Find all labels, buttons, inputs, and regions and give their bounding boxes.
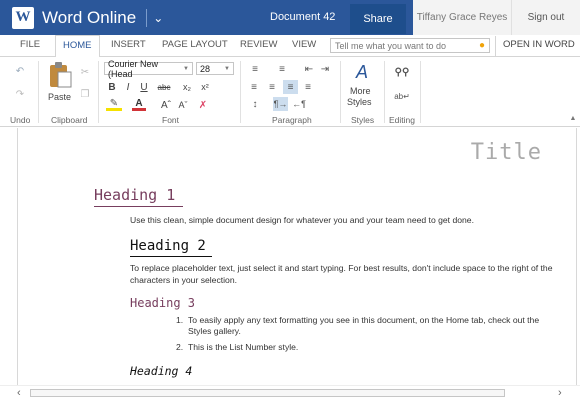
more-styles-button[interactable]: A More Styles	[344, 60, 380, 112]
group-divider	[240, 61, 241, 123]
lightbulb-icon: ●	[478, 40, 485, 51]
chevron-down-icon: ▼	[183, 65, 189, 72]
tab-review[interactable]: REVIEW	[240, 39, 277, 50]
align-left-icon[interactable]: ≡	[247, 81, 261, 93]
title-bar: W Word Online ⌄ Document 42 Share Tiffan…	[0, 0, 580, 35]
heading-1[interactable]: Heading 1	[94, 186, 184, 207]
page-border-left	[17, 128, 18, 386]
ribbon-tabs: FILE HOME INSERT PAGE LAYOUT REVIEW VIEW	[0, 35, 580, 58]
grow-font-icon[interactable]: Aˆ	[160, 99, 172, 111]
superscript-icon[interactable]: x²	[198, 81, 212, 93]
rtl-icon[interactable]: ←¶	[292, 98, 306, 110]
tell-me-search-input[interactable]: Tell me what you want to do ●	[330, 38, 490, 53]
ribbon: ↶ ↷ Undo Paste ✂ ❐ Clipboard Courier New…	[0, 57, 580, 127]
numbered-list: 1. To easily apply any text formatting y…	[176, 315, 546, 358]
list-item-text: This is the List Number style.	[188, 342, 299, 352]
tab-view[interactable]: VIEW	[292, 39, 316, 50]
replace-icon[interactable]: ab↵	[394, 89, 410, 103]
list-number: 1.	[176, 315, 184, 325]
body-paragraph[interactable]: To replace placeholder text, just select…	[130, 262, 560, 286]
italic-icon[interactable]: I	[122, 81, 134, 93]
app-menu-chevron-icon[interactable]: ⌄	[153, 11, 163, 25]
user-name[interactable]: Tiffany Grace Reyes	[413, 0, 511, 35]
group-divider	[340, 61, 341, 123]
font-name-select[interactable]: Courier New (Head ▼	[104, 59, 193, 79]
tell-me-placeholder: Tell me what you want to do	[335, 40, 447, 51]
group-divider	[384, 61, 385, 123]
highlight-icon[interactable]: ✎	[106, 98, 122, 111]
tab-insert[interactable]: INSERT	[111, 39, 146, 50]
undo-icon[interactable]: ↶	[13, 64, 27, 78]
heading-2[interactable]: Heading 2	[130, 238, 212, 257]
styles-group-label: Styles	[351, 115, 375, 125]
font-color-icon[interactable]: A	[132, 98, 146, 111]
paste-icon	[50, 62, 72, 88]
styles-icon: A	[355, 61, 368, 82]
horizontal-scrollbar[interactable]: ‹ ›	[0, 385, 580, 400]
page-border-right	[576, 128, 577, 386]
line-spacing-icon[interactable]: ↕	[247, 98, 263, 110]
underline-icon[interactable]: U	[138, 81, 150, 93]
group-divider	[98, 61, 99, 123]
increase-indent-icon[interactable]: ⇥	[318, 63, 332, 75]
strikethrough-icon[interactable]: abc	[156, 81, 172, 93]
paste-label: Paste	[48, 92, 72, 102]
find-icon[interactable]: ⚲⚲	[394, 65, 410, 79]
tab-page-layout[interactable]: PAGE LAYOUT	[162, 39, 228, 50]
justify-icon[interactable]: ≡	[301, 81, 315, 93]
decrease-indent-icon[interactable]: ⇤	[302, 63, 316, 75]
open-in-word-button[interactable]: OPEN IN WORD	[495, 36, 580, 56]
bullets-icon[interactable]: ≡	[247, 63, 263, 75]
sign-out-link[interactable]: Sign out	[511, 0, 580, 35]
share-button[interactable]: Share	[350, 4, 406, 34]
tab-file[interactable]: FILE	[20, 39, 40, 50]
group-divider	[420, 61, 421, 123]
paragraph-group-label: Paragraph	[272, 115, 312, 125]
font-group-label: Font	[162, 115, 180, 125]
group-divider	[38, 61, 39, 123]
heading-4[interactable]: Heading 4	[130, 364, 192, 378]
list-item-text: To easily apply any text formatting you …	[188, 315, 540, 336]
clear-formatting-icon[interactable]: ✗	[196, 99, 210, 111]
word-logo-icon[interactable]: W	[12, 6, 34, 29]
tab-home[interactable]: HOME	[55, 35, 100, 58]
collapse-ribbon-icon[interactable]: ▲	[568, 113, 578, 123]
numbering-icon[interactable]: ≡	[274, 63, 290, 75]
cut-icon[interactable]: ✂	[79, 66, 91, 78]
redo-icon[interactable]: ↷	[13, 87, 27, 101]
undo-group-label: Undo	[10, 115, 31, 125]
align-right-icon[interactable]: ≡	[283, 80, 298, 94]
font-size-value: 28	[200, 63, 211, 74]
shrink-font-icon[interactable]: Aˇ	[177, 99, 189, 111]
copy-icon[interactable]: ❐	[79, 88, 91, 100]
font-size-select[interactable]: 28 ▼	[196, 62, 234, 75]
document-title[interactable]: Title	[471, 140, 542, 165]
more-styles-label-2: Styles	[347, 97, 372, 107]
subscript-icon[interactable]: x₂	[180, 81, 194, 93]
more-styles-label-1: More	[350, 86, 371, 96]
scroll-left-icon[interactable]: ‹	[17, 387, 21, 399]
list-item[interactable]: 1. To easily apply any text formatting y…	[176, 315, 546, 337]
app-name[interactable]: Word Online	[42, 8, 136, 28]
heading-3[interactable]: Heading 3	[130, 296, 195, 310]
scrollbar-thumb[interactable]	[30, 389, 505, 397]
document-name[interactable]: Document 42	[270, 11, 335, 23]
body-paragraph[interactable]: Use this clean, simple document design f…	[130, 215, 474, 225]
chevron-down-icon: ▼	[224, 65, 230, 72]
bold-icon[interactable]: B	[106, 81, 118, 93]
align-center-icon[interactable]: ≡	[265, 81, 279, 93]
list-item[interactable]: 2. This is the List Number style.	[176, 342, 546, 353]
scroll-right-icon[interactable]: ›	[558, 387, 562, 399]
clipboard-group-label: Clipboard	[51, 115, 88, 125]
ltr-icon[interactable]: ¶→	[273, 97, 288, 111]
list-number: 2.	[176, 342, 184, 352]
font-name-value: Courier New (Head	[108, 58, 159, 79]
title-divider	[146, 8, 148, 27]
editing-group-label: Editing	[389, 115, 415, 125]
paste-button[interactable]: Paste	[46, 61, 74, 105]
